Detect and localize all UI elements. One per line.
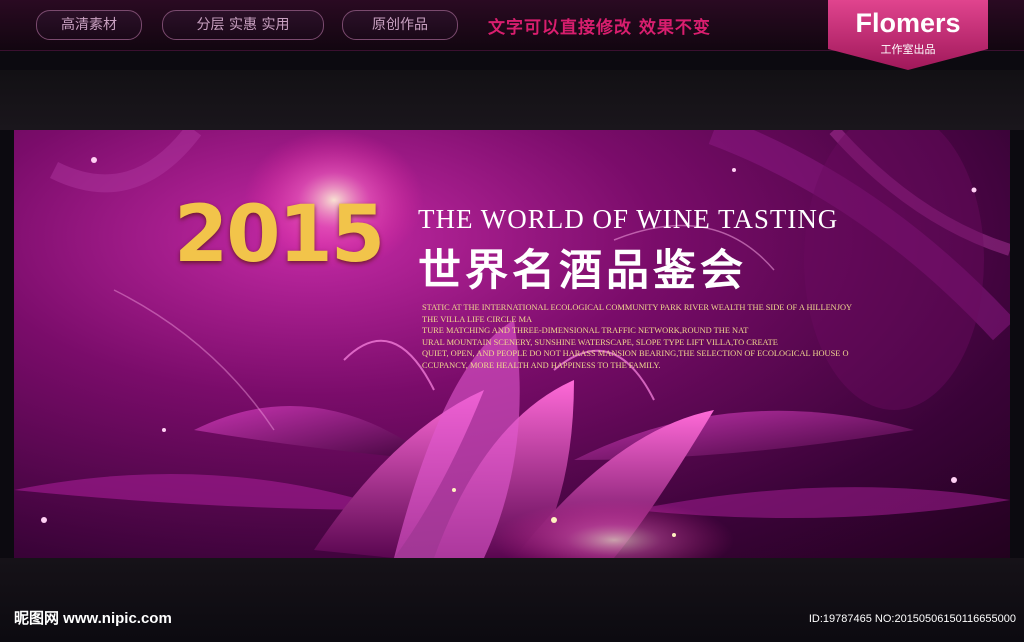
brand-title: Flomers xyxy=(855,8,961,38)
slogan-text: 文字可以直接修改 效果不变 xyxy=(488,18,711,38)
body-line: THE VILLA LIFE CIRCLE MA xyxy=(422,314,533,324)
body-line: URAL MOUNTAIN SCENERY, SUNSHINE WATERSCA… xyxy=(422,337,778,347)
body-line: TURE MATCHING AND THREE-DIMENSIONAL TRAF… xyxy=(422,326,749,335)
site-watermark: 昵图网 www.nipic.com xyxy=(14,610,172,627)
image-id: ID:19787465 NO:20150506150116655000 xyxy=(808,613,1016,625)
bottom-area xyxy=(0,558,1024,642)
body-line: STATIC AT THE INTERNATIONAL ECOLOGICAL C… xyxy=(422,303,853,312)
banner-title-chinese: 世界名酒品鉴会 xyxy=(418,246,747,296)
tag-original: 原创作品 xyxy=(342,10,458,40)
banner-title-english: THE WORLD OF WINE TASTING xyxy=(418,204,839,234)
brand-badge: Flomers 工作室出品 xyxy=(828,0,988,70)
banner-body-text: STATIC AT THE INTERNATIONAL ECOLOGICAL C… xyxy=(422,302,892,371)
dark-stripe xyxy=(0,70,1024,130)
wine-tasting-banner: 2015 THE WORLD OF WINE TASTING 世界名酒品鉴会 S… xyxy=(14,130,1010,558)
brand-subtitle: 工作室出品 xyxy=(880,43,936,56)
tag-hd-material: 高清素材 xyxy=(36,10,142,40)
body-line: CCUPANCY, MORE HEALTH AND HAPPINESS TO T… xyxy=(422,360,661,370)
body-line: QUIET, OPEN, AND PEOPLE DO NOT HARASS MA… xyxy=(422,349,849,358)
tag-layered: 分层 实惠 实用 xyxy=(162,10,324,40)
banner-year: 2015 xyxy=(174,190,385,280)
